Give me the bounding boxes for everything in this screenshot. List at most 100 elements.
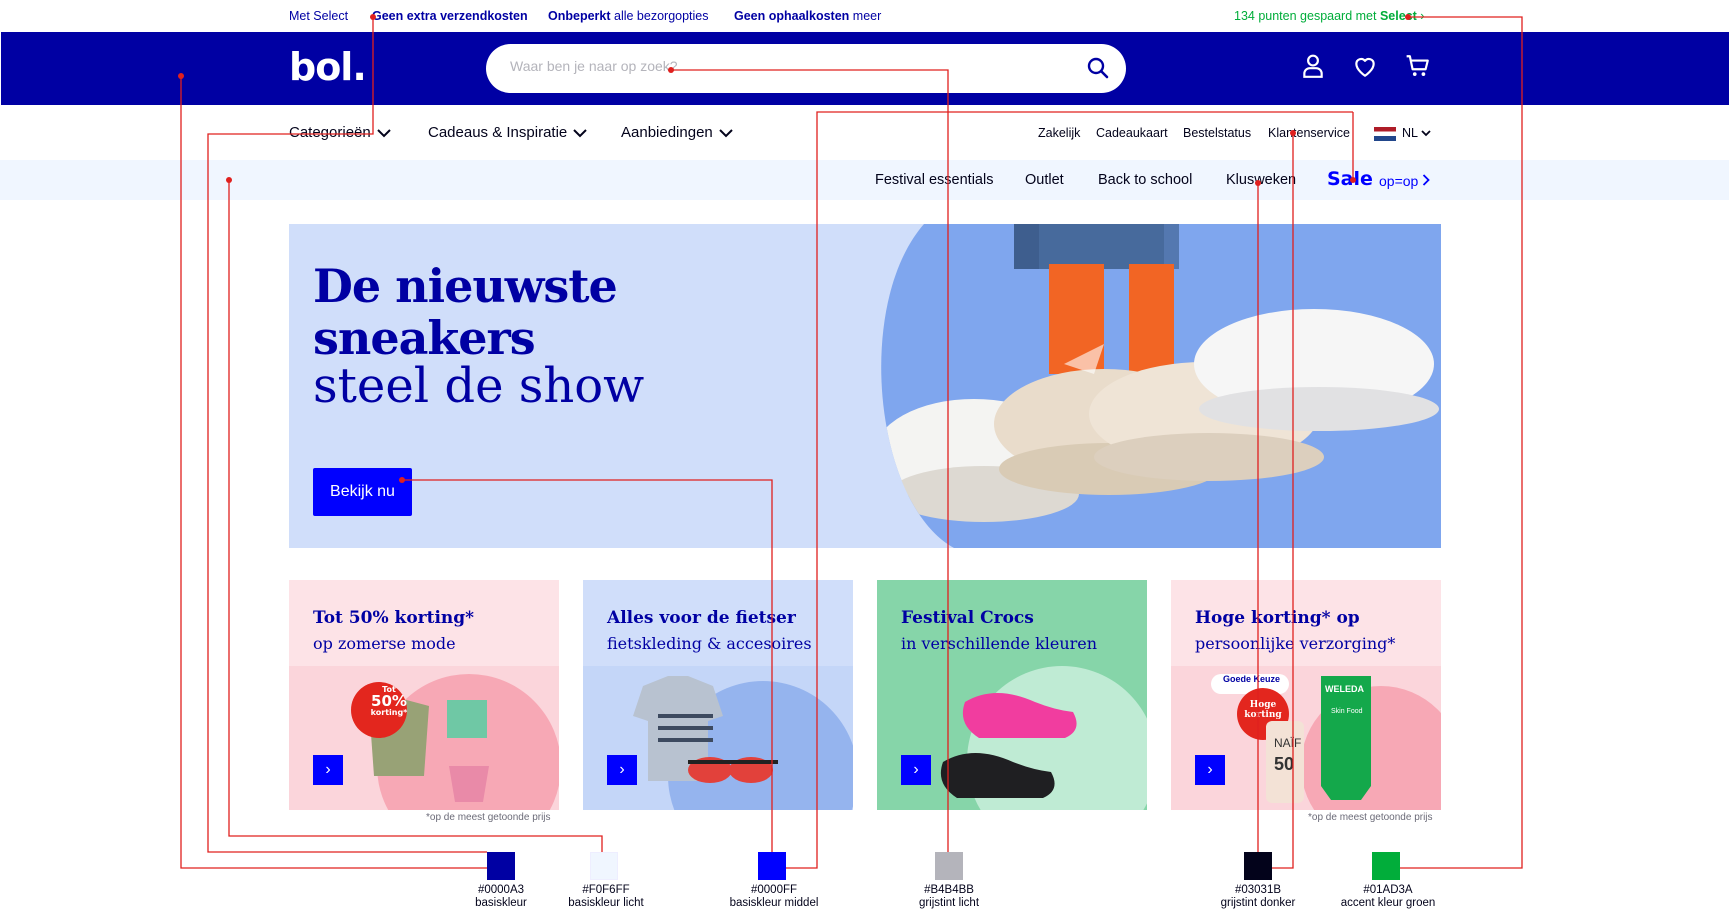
site-header: bol. (1, 32, 1729, 105)
nav-deals[interactable]: Aanbiedingen (621, 124, 733, 141)
tile-arrow-button[interactable]: › (901, 755, 931, 785)
chevron-right-icon (1423, 174, 1430, 186)
chevron-right-icon: › (1420, 9, 1425, 23)
goede-keuze-label: Goede Keuze (1223, 674, 1281, 684)
swatch-name: accent kleur groen (1340, 897, 1436, 909)
swatch-1 (590, 852, 618, 880)
fashion-image (289, 666, 559, 810)
nav-categories[interactable]: Categorieën (289, 124, 391, 141)
hoge-korting-badge: Hoge korting (1244, 700, 1282, 720)
tile-arrow-button[interactable]: › (607, 755, 637, 785)
hero-cta-button[interactable]: Bekijk nu (313, 468, 412, 516)
hero-title: De nieuwste sneakers (313, 260, 618, 365)
chevron-down-icon (719, 128, 733, 137)
swatch-name: grijstint licht (918, 897, 980, 909)
tile-title: Festival Crocs (901, 608, 1034, 628)
promo-pickup[interactable]: Geen ophaalkosten meer (734, 9, 881, 23)
promo-pickup-rest: meer (849, 9, 882, 23)
chevron-down-icon (573, 128, 587, 137)
opop-link[interactable]: op=op (1379, 173, 1430, 189)
bol-logo[interactable]: bol. (289, 45, 367, 89)
tile-arrow-button[interactable]: › (313, 755, 343, 785)
footnote-right: *op de meest getoonde prijs (1308, 812, 1433, 823)
promo-free-shipping-bold: Geen extra verzendkosten (372, 9, 528, 23)
hero-banner[interactable]: De nieuwste sneakers steel de show Bekijk… (289, 224, 1441, 548)
promo-bar: Met Select Geen extra verzendkosten Onbe… (0, 0, 1729, 32)
promo-tile-cycling[interactable]: Alles voor de fietser fietskleding & acc… (583, 580, 853, 810)
sub-nav: Festival essentials Outlet Back to schoo… (0, 160, 1729, 200)
sale-link[interactable]: Sale (1327, 168, 1373, 190)
discount-badge-text: Tot 50% korting* (369, 686, 409, 717)
nav-customer-service[interactable]: Klantenservice (1268, 126, 1350, 140)
promo-pickup-bold: Geen ophaalkosten (734, 9, 850, 23)
tile-subtitle: fietskleding & accesoires (607, 634, 812, 653)
hero-title-line2: sneakers (313, 311, 536, 365)
swatch-label-3: #B4B4BB grijstint licht (879, 884, 1019, 910)
cart-icon[interactable] (1405, 53, 1431, 79)
points-text: 134 punten gespaard met (1234, 9, 1380, 23)
swatch-name: basiskleur middel (729, 897, 819, 909)
badge-percent: 50% (371, 692, 407, 710)
search-icon[interactable] (1086, 56, 1110, 80)
swatch-0 (487, 852, 515, 880)
opop-label: op=op (1379, 173, 1419, 189)
nav-business[interactable]: Zakelijk (1038, 126, 1080, 140)
swatch-hex: #0000FF (750, 884, 798, 896)
subnav-festival[interactable]: Festival essentials (875, 172, 993, 188)
chevron-down-icon (377, 128, 391, 137)
subnav-outlet[interactable]: Outlet (1025, 172, 1064, 188)
swatch-4 (1244, 852, 1272, 880)
chevron-down-icon (1421, 130, 1431, 137)
swatch-label-5: #01AD3A accent kleur groen (1318, 884, 1458, 910)
nav-gifts[interactable]: Cadeaus & Inspiratie (428, 124, 587, 141)
swatch-hex: #01AD3A (1363, 884, 1413, 896)
account-icon[interactable] (1300, 53, 1326, 79)
language-label: NL (1402, 126, 1418, 140)
swatch-hex: #F0F6FF (582, 884, 630, 896)
swatch-name: basiskleur licht (568, 897, 644, 909)
swatch-hex: #03031B (1234, 884, 1282, 896)
select-points-link[interactable]: 134 punten gespaard met Select › (1234, 9, 1424, 23)
tile-arrow-button[interactable]: › (1195, 755, 1225, 785)
swatch-name: basiskleur (475, 897, 527, 909)
promo-tile-fashion[interactable]: Tot 50% korting* op zomerse mode Tot 50%… (289, 580, 559, 810)
footnote-left: *op de meest getoonde prijs (426, 812, 551, 823)
promo-tile-personal-care[interactable]: Hoge korting* op persoonlijke verzorging… (1171, 580, 1441, 810)
tile-title: Alles voor de fietser (607, 608, 796, 628)
search-input[interactable] (510, 58, 1050, 74)
nav-gifts-label: Cadeaus & Inspiratie (428, 124, 568, 141)
tile-subtitle: op zomerse mode (313, 634, 456, 653)
search-bar (486, 44, 1126, 93)
select-link[interactable]: Met Select (289, 9, 348, 23)
sneakers-photo (881, 224, 1441, 548)
subnav-klusweken[interactable]: Klusweken (1226, 172, 1296, 188)
swatch-2 (758, 852, 786, 880)
weleda-product: Skin Food (1331, 708, 1363, 715)
spf-value: 50 (1274, 754, 1295, 774)
nav-order-status[interactable]: Bestelstatus (1183, 126, 1251, 140)
main-nav: Categorieën Cadeaus & Inspiratie Aanbied… (0, 105, 1729, 160)
tile-title: Tot 50% korting* (313, 608, 475, 628)
swatch-3 (935, 852, 963, 880)
swatch-hex: #B4B4BB (924, 884, 974, 896)
tile-subtitle: persoonlijke verzorging* (1195, 634, 1396, 653)
swatch-label-1: #F0F6FF basiskleur licht (536, 884, 676, 910)
tile-title: Hoge korting* op (1195, 608, 1360, 628)
tile-subtitle: in verschillende kleuren (901, 634, 1098, 653)
promo-delivery-rest: alle bezorgopties (610, 9, 709, 23)
language-selector[interactable]: NL (1374, 126, 1431, 141)
promo-free-shipping[interactable]: Geen extra verzendkosten (372, 9, 528, 23)
personal-care-image (1171, 666, 1441, 810)
select-brand: Select (1379, 9, 1417, 23)
nav-giftcard[interactable]: Cadeaukaart (1096, 126, 1168, 140)
swatch-name: grijstint donker (1220, 897, 1296, 909)
promo-delivery-options[interactable]: Onbeperkt alle bezorgopties (548, 9, 709, 23)
promo-delivery-bold: Onbeperkt (548, 9, 611, 23)
heart-icon[interactable] (1352, 53, 1378, 79)
promo-tile-crocs[interactable]: Festival Crocs in verschillende kleuren … (877, 580, 1147, 810)
badge-bottom: korting* (370, 708, 408, 717)
subnav-back-to-school[interactable]: Back to school (1098, 172, 1192, 188)
weleda-brand: WELEDA (1325, 684, 1364, 694)
nl-flag-icon (1374, 126, 1396, 141)
nav-deals-label: Aanbiedingen (621, 124, 713, 141)
